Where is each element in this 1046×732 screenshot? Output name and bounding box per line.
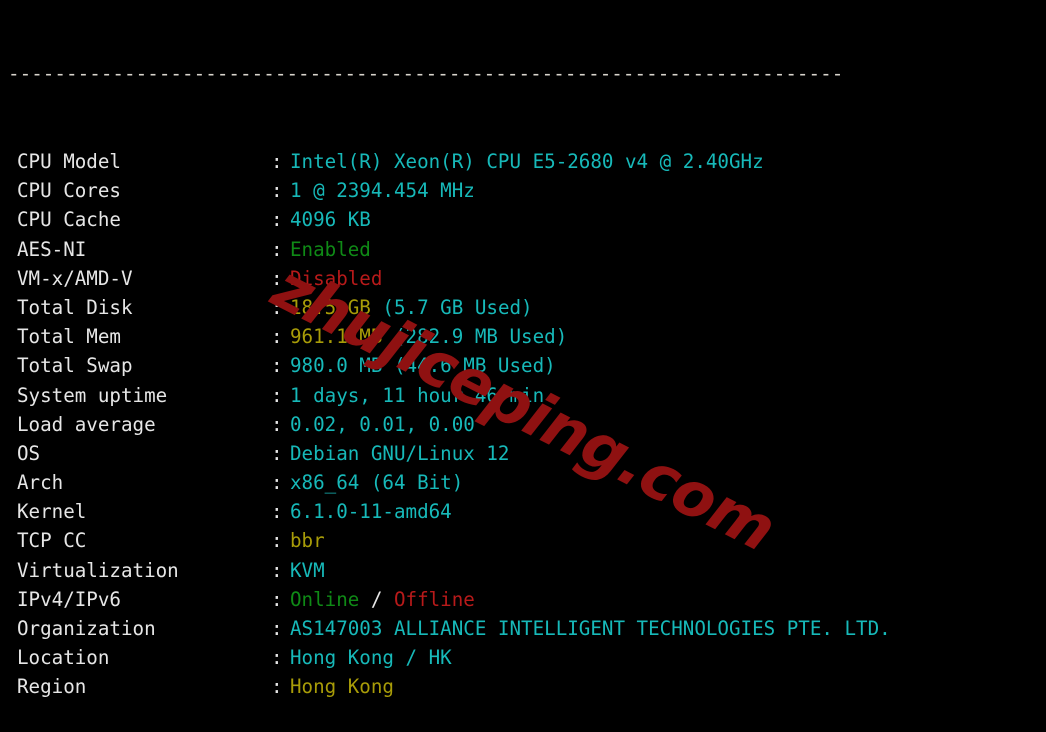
- field-colon: :: [271, 471, 283, 495]
- field-colon: :: [271, 412, 283, 436]
- field-colon: :: [271, 208, 283, 232]
- system-info-value: bbr: [290, 529, 325, 553]
- field-colon: :: [271, 500, 283, 524]
- system-info-value: 1 @ 2394.454 MHz: [290, 179, 475, 203]
- system-info-label: OS: [17, 441, 41, 465]
- terminal-output: ----------------------------------------…: [0, 0, 1046, 732]
- system-info-label: Total Mem: [17, 325, 121, 349]
- system-info-value: x86_64 (64 Bit): [290, 471, 464, 495]
- system-info-value: 980.0 MB (44.6 MB Used): [290, 354, 556, 378]
- system-info-value: Online: [290, 587, 360, 611]
- system-info-row: CPU Cores:1 @ 2394.454 MHz: [0, 176, 1046, 205]
- system-info-row: Total Swap:980.0 MB (44.6 MB Used): [0, 351, 1046, 380]
- field-colon: :: [271, 558, 283, 582]
- system-info-row: Total Disk:18.5 GB (5.7 GB Used): [0, 293, 1046, 322]
- field-colon: :: [271, 383, 283, 407]
- system-info-value: 6.1.0-11-amd64: [290, 500, 452, 524]
- system-info-value: AS147003 ALLIANCE INTELLIGENT TECHNOLOGI…: [290, 617, 891, 640]
- system-info-label: CPU Model: [17, 150, 121, 173]
- system-info-value: Hong Kong / HK: [290, 646, 452, 670]
- system-info-value: Debian GNU/Linux 12: [290, 441, 510, 465]
- system-info-row: Region: Hong Kong: [0, 672, 1046, 701]
- field-colon: :: [271, 266, 283, 290]
- system-info-row: Location: Hong Kong / HK: [0, 643, 1046, 672]
- system-info-label: Location: [17, 646, 110, 670]
- field-colon: :: [271, 617, 283, 640]
- system-info-row: Total Mem:961.1 MB (282.9 MB Used): [0, 322, 1046, 351]
- system-info-label: CPU Cache: [17, 208, 121, 232]
- system-info-row: Virtualization: KVM: [0, 556, 1046, 585]
- system-info-value: Hong Kong: [290, 675, 394, 699]
- system-info-label: CPU Cores: [17, 179, 121, 203]
- system-info-value: Enabled: [290, 237, 371, 261]
- system-info-value: (5.7 GB Used): [370, 295, 533, 319]
- separator-top: ----------------------------------------…: [8, 62, 844, 86]
- system-info-row: System uptime:1 days, 11 hour 46 min: [0, 381, 1046, 410]
- field-colon: :: [271, 237, 283, 261]
- system-info-label: System uptime: [17, 383, 168, 407]
- system-info-label: IPv4/IPv6: [17, 587, 121, 611]
- system-info-value: (282.9 MB Used): [382, 325, 568, 349]
- field-colon: :: [271, 325, 283, 349]
- field-colon: :: [271, 646, 283, 670]
- system-info-label: Arch: [17, 471, 64, 495]
- field-colon: :: [271, 354, 283, 378]
- system-info-row: OS: Debian GNU/Linux 12: [0, 439, 1046, 468]
- system-info-block: CPU Model: Intel(R) Xeon(R) CPU E5-2680 v…: [0, 147, 1046, 702]
- system-info-row: Load average:0.02, 0.01, 0.00: [0, 410, 1046, 439]
- system-info-row: Organization: AS147003 ALLIANCE INTELLIGE…: [0, 614, 1046, 643]
- terminal-window: zhujiceping.com ------------------------…: [0, 0, 1046, 732]
- system-info-row: VM-x/AMD-V: Disabled: [0, 264, 1046, 293]
- system-info-value: 4096 KB: [290, 208, 371, 232]
- system-info-label: Total Swap: [17, 354, 133, 378]
- field-colon: :: [271, 179, 283, 203]
- field-colon: :: [271, 295, 283, 319]
- field-colon: :: [271, 529, 283, 553]
- field-colon: :: [271, 150, 283, 173]
- field-colon: :: [271, 441, 283, 465]
- system-info-value: 1 days, 11 hour 46 min: [290, 383, 545, 407]
- system-info-label: VM-x/AMD-V: [17, 266, 133, 290]
- field-colon: :: [271, 587, 283, 611]
- system-info-row: Kernel:6.1.0-11-amd64: [0, 497, 1046, 526]
- field-colon: :: [271, 675, 283, 699]
- system-info-label: Total Disk: [17, 295, 133, 319]
- system-info-value: 18.5 GB: [290, 295, 371, 319]
- system-info-label: Kernel: [17, 500, 87, 524]
- system-info-label: Virtualization: [17, 558, 179, 582]
- system-info-value: KVM: [290, 558, 325, 582]
- system-info-row: TCP CC: bbr: [0, 526, 1046, 555]
- system-info-value: Disabled: [290, 266, 383, 290]
- system-info-row: AES-NI: Enabled: [0, 235, 1046, 264]
- system-info-row: Arch: x86_64 (64 Bit): [0, 468, 1046, 497]
- system-info-label: Region: [17, 675, 87, 699]
- system-info-value: /: [359, 587, 394, 611]
- system-info-value: 0.02, 0.01, 0.00: [290, 412, 475, 436]
- system-info-row: CPU Model: Intel(R) Xeon(R) CPU E5-2680 v…: [0, 147, 1046, 176]
- system-info-label: Organization: [17, 617, 156, 640]
- system-info-value: Intel(R) Xeon(R) CPU E5-2680 v4 @ 2.40GH…: [290, 150, 764, 173]
- system-info-label: Load average: [17, 412, 156, 436]
- system-info-value: Offline: [393, 587, 475, 611]
- system-info-value: 961.1 MB: [290, 325, 383, 349]
- system-info-row: IPv4/IPv6: Online / Offline: [0, 585, 1046, 614]
- system-info-label: AES-NI: [17, 237, 87, 261]
- system-info-row: CPU Cache:4096 KB: [0, 205, 1046, 234]
- system-info-label: TCP CC: [17, 529, 87, 553]
